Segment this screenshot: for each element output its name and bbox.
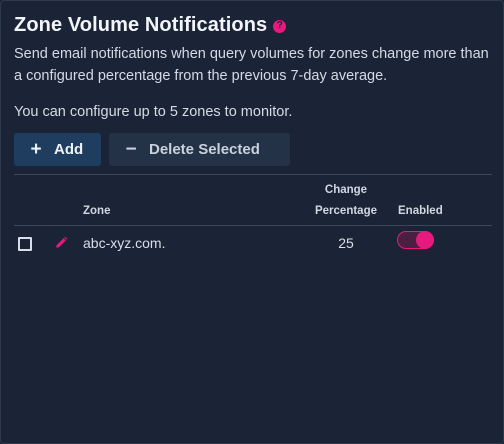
column-header-enabled: Enabled <box>398 205 443 217</box>
column-header-change-percentage: Change Percentage <box>305 180 387 222</box>
zone-volume-notifications-panel: Zone Volume Notifications ? Send email n… <box>0 0 504 444</box>
column-header-zone: Zone <box>83 205 111 217</box>
pencil-icon[interactable] <box>54 236 68 250</box>
description-text: Send email notifications when query volu… <box>14 46 489 84</box>
delete-selected-label: Delete Selected <box>149 141 260 158</box>
table-header-divider <box>14 225 492 226</box>
table-top-divider <box>14 174 492 175</box>
plus-icon: + <box>30 139 42 160</box>
zone-limit-note: You can configure up to 5 zones to monit… <box>14 104 293 120</box>
title-row: Zone Volume Notifications ? <box>14 11 287 39</box>
add-button[interactable]: + Add <box>14 133 101 166</box>
add-button-label: Add <box>54 141 84 158</box>
minus-icon: − <box>125 139 137 160</box>
row-select-checkbox[interactable] <box>18 237 32 251</box>
change-percentage-value: 25 <box>338 235 354 251</box>
page-title: Zone Volume Notifications <box>14 13 268 36</box>
toggle-knob <box>416 231 434 249</box>
column-header-change-line2: Percentage <box>314 205 377 217</box>
zone-name: abc-xyz.com. <box>83 235 166 251</box>
column-header-change-line1: Change <box>324 184 368 196</box>
enabled-toggle[interactable] <box>397 231 434 249</box>
delete-selected-button[interactable]: − Delete Selected <box>109 133 290 166</box>
question-circle-icon[interactable]: ? <box>273 19 287 33</box>
